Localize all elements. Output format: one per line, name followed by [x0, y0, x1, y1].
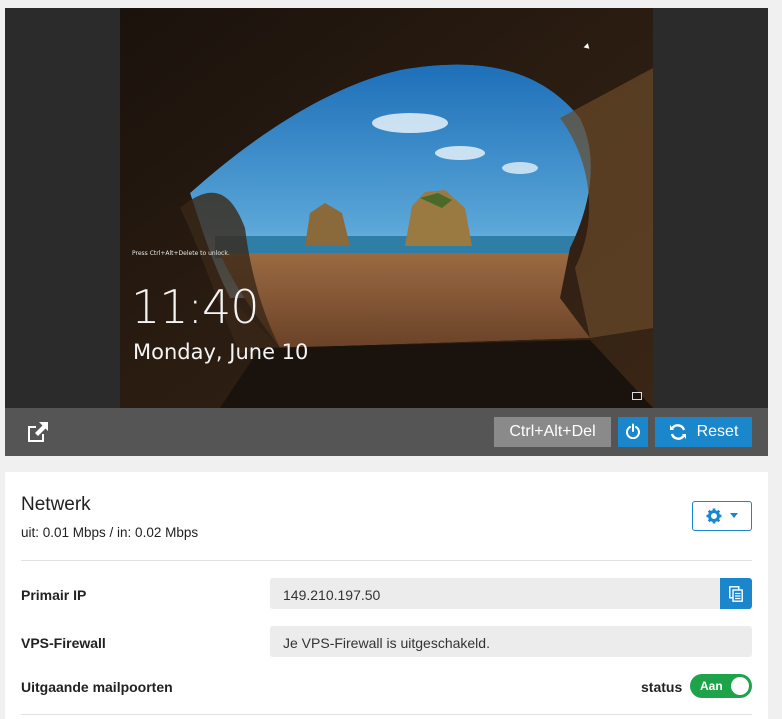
console-screen[interactable]: Press Ctrl+Alt+Delete to unlock. 11:40 M… — [120, 8, 653, 408]
power-icon — [626, 423, 640, 439]
vps-console: Press Ctrl+Alt+Delete to unlock. 11:40 M… — [5, 8, 768, 456]
copy-ip-button[interactable] — [720, 578, 752, 609]
settings-dropdown-button[interactable] — [692, 501, 752, 531]
console-toolbar: Ctrl+Alt+Del Reset — [5, 408, 768, 456]
gear-icon — [706, 508, 722, 524]
panel-title: Netwerk — [21, 494, 91, 515]
lock-date: Monday, June 10 — [133, 340, 309, 364]
primary-ip-label: Primair IP — [21, 587, 87, 603]
refresh-icon — [669, 424, 686, 440]
mail-ports-toggle[interactable]: Aan — [690, 674, 752, 698]
reset-button[interactable]: Reset — [655, 417, 752, 447]
divider — [21, 714, 752, 715]
external-link-icon[interactable] — [25, 420, 51, 444]
mail-ports-label: Uitgaande mailpoorten — [21, 679, 173, 695]
network-panel: Netwerk uit: 0.01 Mbps / in: 0.02 Mbps P… — [5, 472, 768, 719]
traffic-stats: uit: 0.01 Mbps / in: 0.02 Mbps — [21, 525, 199, 540]
lock-time: 11:40 — [131, 280, 260, 334]
firewall-field: Je VPS-Firewall is uitgeschakeld. — [270, 626, 752, 657]
reset-label: Reset — [696, 423, 739, 440]
copy-icon — [729, 585, 743, 602]
toggle-knob — [731, 677, 749, 695]
toggle-text: Aan — [700, 679, 723, 693]
divider — [21, 560, 752, 561]
caret-down-icon — [730, 513, 738, 518]
mail-ports-status-label: status — [641, 679, 683, 695]
primary-ip-field[interactable]: 149.210.197.50 — [270, 578, 722, 609]
power-button[interactable] — [618, 417, 648, 447]
firewall-label: VPS-Firewall — [21, 635, 106, 651]
ctrl-alt-del-button[interactable]: Ctrl+Alt+Del — [494, 417, 611, 447]
network-icon — [632, 392, 642, 400]
lock-hint: Press Ctrl+Alt+Delete to unlock. — [132, 250, 230, 257]
